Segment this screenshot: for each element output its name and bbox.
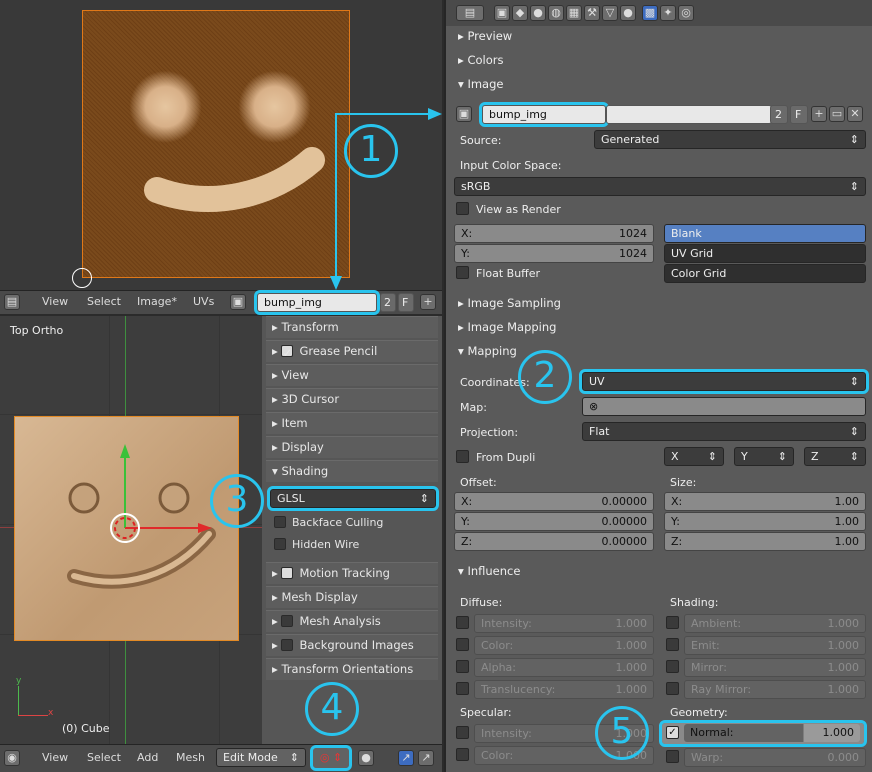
- callout-2: 2: [518, 350, 572, 404]
- callout-5: 5: [595, 706, 649, 760]
- callout-1: 1: [344, 124, 398, 178]
- blender-window: ▤ View Select Image* UVs ▣ bump_img 2 F …: [0, 0, 872, 772]
- callout-arrows: [330, 108, 442, 290]
- callout-4: 4: [305, 682, 359, 736]
- callout-3: 3: [210, 474, 264, 528]
